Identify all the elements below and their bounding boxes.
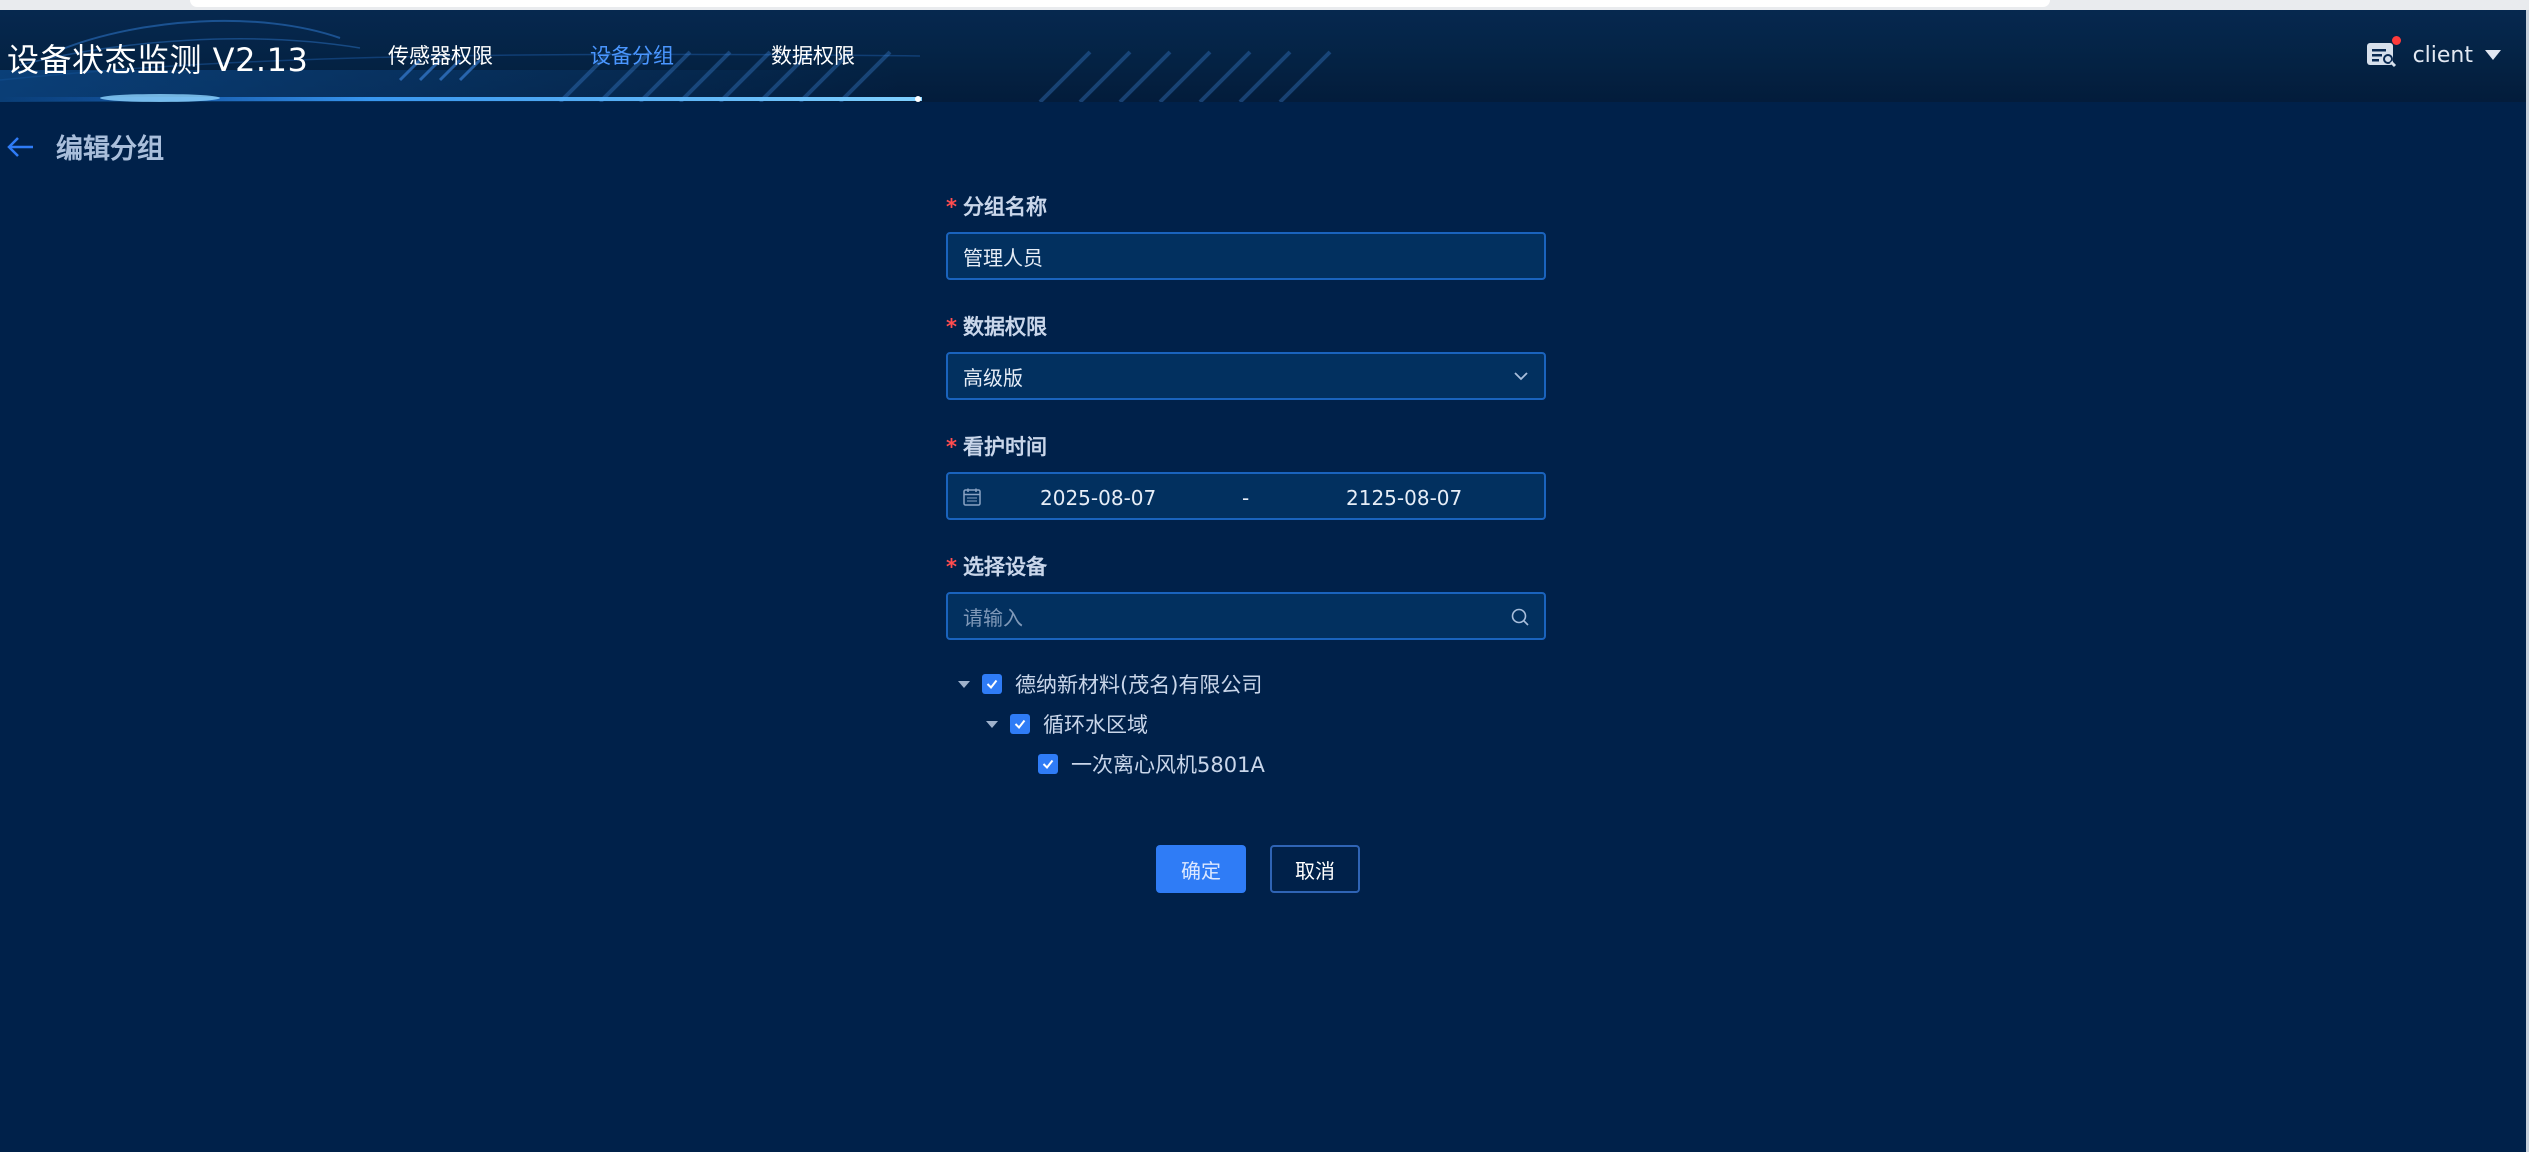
care-time-label: * 看护时间 (946, 435, 1047, 459)
tree-node-label: 一次离心风机5801A (1071, 753, 1265, 777)
tree-node-label: 循环水区域 (1043, 713, 1148, 737)
caret-down-icon[interactable] (986, 720, 998, 728)
start-date[interactable]: 2025-08-07 (1040, 486, 1156, 510)
search-icon[interactable] (1510, 607, 1530, 627)
notification-dot (2391, 36, 2401, 45)
checkbox-checked[interactable] (1038, 754, 1058, 774)
data-permission-select[interactable]: 高级版 (946, 352, 1546, 400)
calendar-icon (963, 488, 981, 506)
user-menu[interactable]: client (2365, 36, 2501, 72)
care-time-range-picker[interactable]: 2025-08-07 - 2125-08-07 (946, 472, 1546, 520)
device-search-input[interactable]: 请输入 (946, 592, 1546, 640)
top-header: 设备状态监测 V2.13 传感器权限 设备分组 数据权限 client (0, 10, 2529, 102)
checkbox-checked[interactable] (1010, 714, 1030, 734)
select-devices-label: * 选择设备 (946, 555, 1047, 579)
tree-node-label: 德纳新材料(茂名)有限公司 (1015, 673, 1263, 697)
confirm-button[interactable]: 确定 (1156, 845, 1246, 893)
tree-node-device[interactable]: 一次离心风机5801A (1014, 749, 1265, 779)
page-title: 编辑分组 (56, 134, 164, 165)
device-search-placeholder: 请输入 (963, 605, 1023, 630)
leaf-spacer (1014, 761, 1026, 768)
nav-sensor-permission[interactable]: 传感器权限 (388, 40, 493, 70)
end-date[interactable]: 2125-08-07 (1346, 486, 1462, 510)
date-separator: - (1242, 486, 1250, 510)
checkbox-checked[interactable] (982, 674, 1002, 694)
tree-node-area[interactable]: 循环水区域 (986, 709, 1148, 739)
required-mark: * (946, 435, 957, 459)
page-header: 编辑分组 (6, 127, 164, 166)
required-mark: * (946, 195, 957, 219)
group-name-input[interactable]: 管理人员 (946, 232, 1546, 280)
cancel-button[interactable]: 取消 (1270, 845, 1360, 893)
chevron-down-icon[interactable] (1512, 367, 1530, 385)
group-name-value: 管理人员 (963, 245, 1043, 270)
browser-address-bar-edge (190, 0, 2050, 7)
data-permission-label: * 数据权限 (946, 315, 1047, 339)
data-permission-value: 高级版 (963, 365, 1023, 390)
app-title: 设备状态监测 V2.13 (7, 41, 309, 79)
caret-down-icon[interactable] (2485, 50, 2501, 60)
username[interactable]: client (2413, 43, 2473, 68)
tree-node-company[interactable]: 德纳新材料(茂名)有限公司 (958, 669, 1262, 699)
arrow-left-icon[interactable] (6, 135, 34, 159)
required-mark: * (946, 555, 957, 579)
required-mark: * (946, 315, 957, 339)
group-name-label: * 分组名称 (946, 195, 1047, 219)
caret-down-icon[interactable] (958, 680, 970, 688)
app-window: 设备状态监测 V2.13 传感器权限 设备分组 数据权限 client 编辑分组… (0, 10, 2529, 1152)
nav-device-group[interactable]: 设备分组 (590, 40, 674, 70)
nav-data-permission[interactable]: 数据权限 (771, 40, 855, 70)
message-list-icon[interactable] (2365, 36, 2401, 70)
